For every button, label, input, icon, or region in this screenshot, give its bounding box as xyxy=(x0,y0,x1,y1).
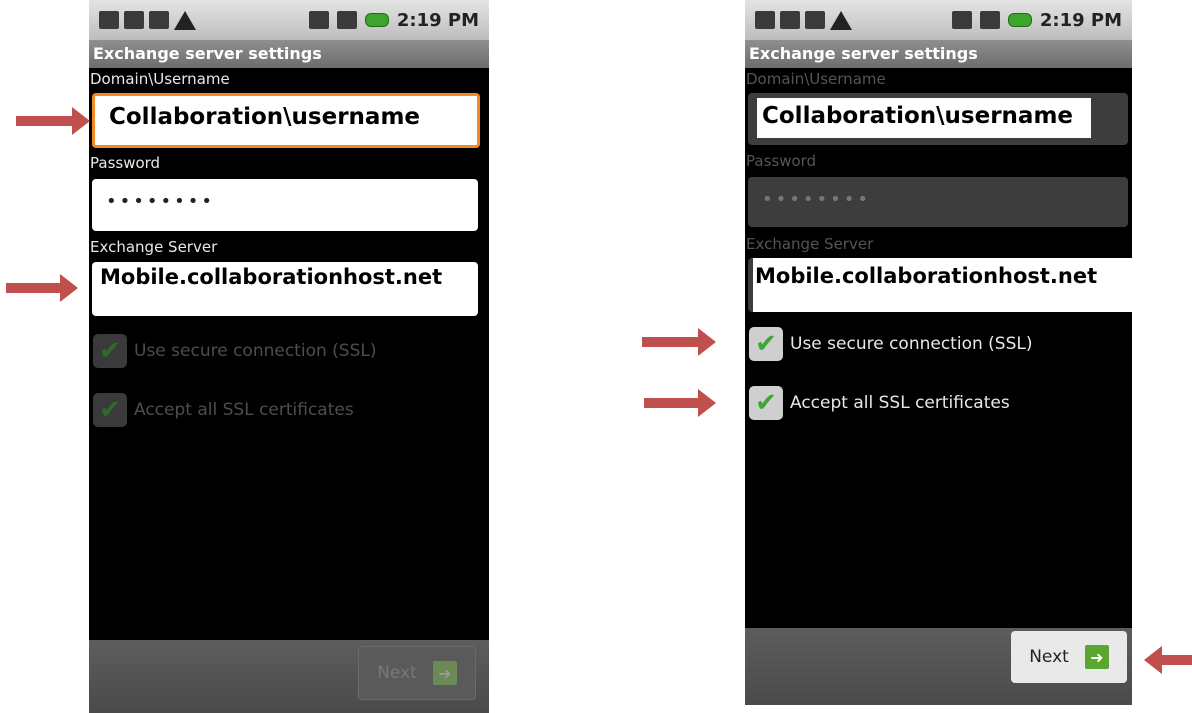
next-button[interactable]: Next ➜ xyxy=(1011,631,1127,683)
check-icon[interactable]: ✔ xyxy=(93,334,127,368)
ssl-checkbox-row[interactable]: ✔ Use secure connection (SSL) xyxy=(749,326,1032,362)
battery-icon xyxy=(364,13,389,27)
warning-icon xyxy=(174,10,196,30)
arrow-right-icon: ➜ xyxy=(1084,645,1109,669)
system-icons: 2:19 PM xyxy=(951,7,1122,33)
next-button[interactable]: Next ➜ xyxy=(358,646,476,700)
ssl-label: Use secure connection (SSL) xyxy=(134,341,377,361)
accept-label: Accept all SSL certificates xyxy=(134,400,354,420)
accept-label: Accept all SSL certificates xyxy=(790,393,1010,413)
password-field[interactable]: •••••••• xyxy=(748,177,1128,227)
network-icon xyxy=(951,11,972,29)
server-value: Mobile.collaborationhost.net xyxy=(100,265,443,289)
server-value: Mobile.collaborationhost.net xyxy=(755,264,1098,288)
password-field[interactable]: •••••••• xyxy=(92,179,478,231)
domain-value: Collaboration\username xyxy=(109,104,421,130)
phone-screenshot-left: 2:19 PM Exchange server settings Domain\… xyxy=(89,0,489,713)
server-label: Exchange Server xyxy=(90,238,218,256)
usb-icon xyxy=(805,11,825,29)
callout-arrow-domain xyxy=(16,107,90,135)
notification-icon xyxy=(755,11,775,29)
battery-icon xyxy=(1007,13,1032,27)
password-value: •••••••• xyxy=(106,191,215,212)
accept-certs-checkbox-row[interactable]: ✔ Accept all SSL certificates xyxy=(749,385,1010,421)
signal-icon xyxy=(979,11,1000,29)
domain-value: Collaboration\username xyxy=(762,103,1074,129)
ssl-checkbox-row[interactable]: ✔ Use secure connection (SSL) xyxy=(93,333,376,369)
ssl-label: Use secure connection (SSL) xyxy=(790,334,1033,354)
next-label: Next xyxy=(1029,647,1069,667)
accept-certs-checkbox-row[interactable]: ✔ Accept all SSL certificates xyxy=(93,392,354,428)
callout-arrow-ssl xyxy=(642,328,716,356)
usb-icon xyxy=(149,11,169,29)
signal-icon xyxy=(336,11,357,29)
callout-arrow-next xyxy=(1144,646,1192,674)
password-label: Password xyxy=(746,152,817,170)
server-field[interactable]: Mobile.collaborationhost.net xyxy=(92,262,478,316)
next-label: Next xyxy=(377,663,417,683)
network-icon xyxy=(308,11,329,29)
notification-icon xyxy=(99,11,119,29)
system-icons: 2:19 PM xyxy=(308,7,479,33)
check-icon[interactable]: ✔ xyxy=(93,393,127,427)
phone-screenshot-right: 2:19 PM Exchange server settings Domain\… xyxy=(745,0,1132,705)
domain-highlight-box: Collaboration\username xyxy=(757,98,1091,138)
screen-title: Exchange server settings xyxy=(745,40,1132,68)
domain-field[interactable]: Collaboration\username xyxy=(92,93,480,148)
status-time: 2:19 PM xyxy=(396,9,479,31)
bottom-bar: Next ➜ xyxy=(89,640,489,713)
domain-label: Domain\Username xyxy=(90,70,230,88)
password-label: Password xyxy=(90,154,161,172)
server-highlight-box: Mobile.collaborationhost.net xyxy=(753,258,1132,312)
domain-label: Domain\Username xyxy=(746,70,886,88)
password-value: •••••••• xyxy=(762,189,871,210)
callout-arrow-accept xyxy=(644,389,716,417)
callout-arrow-server xyxy=(6,274,78,302)
notification-icons xyxy=(99,9,196,31)
status-time: 2:19 PM xyxy=(1039,9,1122,31)
screen-title: Exchange server settings xyxy=(89,40,489,68)
arrow-right-icon: ➜ xyxy=(432,661,457,685)
status-bar: 2:19 PM xyxy=(89,0,489,40)
notification-icons xyxy=(755,9,852,31)
status-bar: 2:19 PM xyxy=(745,0,1132,40)
check-icon[interactable]: ✔ xyxy=(749,386,783,420)
warning-icon xyxy=(830,10,852,30)
bottom-bar: Next ➜ xyxy=(745,628,1132,705)
mail-icon xyxy=(124,11,144,29)
server-label: Exchange Server xyxy=(746,235,874,253)
mail-icon xyxy=(780,11,800,29)
check-icon[interactable]: ✔ xyxy=(749,327,783,361)
